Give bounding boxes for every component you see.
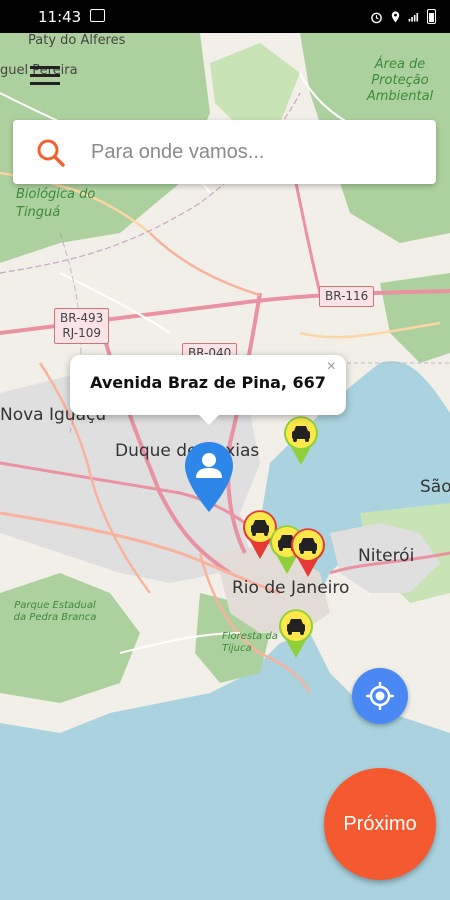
menu-icon-bar: [30, 74, 60, 77]
map-label-area-protecao: Área de Proteção Ambiental: [366, 57, 434, 104]
map-label-rio-de-janeiro: Rio de Janeiro: [232, 578, 350, 598]
search-bar[interactable]: [13, 120, 436, 184]
map-label-paty-do-alferes: Paty do Alferes: [28, 33, 126, 48]
next-button[interactable]: Próximo: [324, 768, 436, 880]
map-label-parque-pedra-branca: Parque Estadual da Pedra Branca: [13, 600, 97, 623]
alarm-icon: [371, 12, 382, 23]
taxi-marker[interactable]: [281, 413, 321, 467]
image-icon: [90, 9, 105, 22]
search-icon: [37, 139, 65, 167]
search-input[interactable]: [91, 132, 421, 172]
road-shield-rj109: RJ-109: [62, 326, 101, 340]
menu-button[interactable]: [30, 66, 60, 88]
menu-icon-bar: [30, 66, 60, 69]
status-bar: 11:43: [0, 0, 450, 33]
road-shield-br493: BR-493: [60, 311, 104, 325]
map-label-sao: São: [420, 477, 450, 497]
close-icon[interactable]: ×: [327, 358, 336, 376]
taxi-marker[interactable]: [288, 525, 328, 579]
road-shield-br116: BR-116: [319, 286, 375, 307]
status-time: 11:43: [38, 8, 82, 26]
my-location-icon: [366, 682, 394, 710]
status-icons: [370, 9, 436, 24]
map-label-niteroi: Niterói: [358, 546, 415, 566]
user-location-pin[interactable]: [183, 440, 235, 514]
map-label-biologica-tingua: Biológica do Tinguá: [16, 187, 96, 220]
map-label-floresta-tijuca: Floresta da Tijuca: [222, 631, 278, 654]
taxi-marker[interactable]: [276, 606, 316, 660]
location-icon: [391, 10, 400, 23]
signal-icon: [408, 12, 419, 22]
address-popup: Avenida Braz de Pina, 667 ×: [70, 355, 346, 425]
menu-icon-bar: [30, 82, 60, 85]
popup-address: Avenida Braz de Pina, 667: [90, 373, 326, 392]
road-shield-br493-rj109: BR-493 RJ-109: [54, 308, 110, 344]
locate-me-button[interactable]: [352, 668, 408, 724]
battery-icon: [427, 9, 436, 24]
